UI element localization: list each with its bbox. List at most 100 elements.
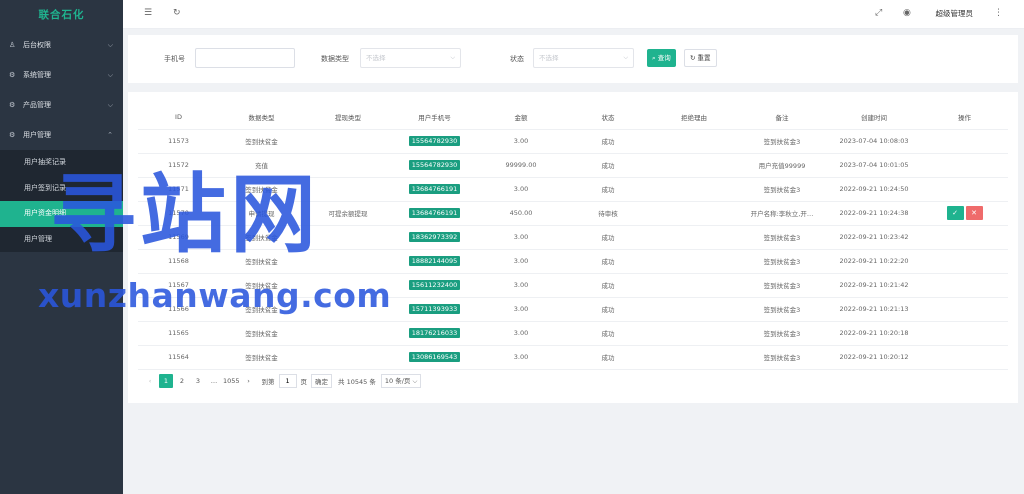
theme-icon[interactable]: ◉ <box>903 8 911 18</box>
user-menu[interactable]: 超级管理员 <box>936 8 974 19</box>
phone-tag: 15711393933 <box>408 304 461 314</box>
phone-tag: 15564782930 <box>408 160 461 170</box>
query-button[interactable]: ⌕ 查询 <box>647 49 676 67</box>
page-list: 1 2 3 … 1055 <box>159 374 242 388</box>
sidebar-item-3[interactable]: ⚙ 产品管理 ⌵ <box>0 90 123 120</box>
cell-amount: 3.00 <box>477 225 565 250</box>
submenu-item[interactable]: 用户签到记录 <box>0 176 123 202</box>
cell-note: 签到扶贫金3 <box>737 297 827 322</box>
submenu-item[interactable]: 用户资金明细 <box>0 201 123 227</box>
table-row: 11571 签到扶贫金 13684766191 3.00 成功 签到扶贫金3 2022-09… <box>138 177 1008 202</box>
cell-time: 2023-07-04 10:01:05 <box>827 153 921 178</box>
cell-actions <box>921 249 1008 274</box>
column-header: ID <box>138 106 219 130</box>
table-header: ID 数据类型 提现类型 用户手机号 金额 状态 拒绝理由 备注 创建时间 操作 <box>138 106 1008 130</box>
cell-reason <box>651 297 737 322</box>
cell-amount: 3.00 <box>477 273 565 298</box>
approve-button[interactable]: ✓ <box>946 206 964 220</box>
page-button[interactable]: 1055 <box>223 374 240 388</box>
cell-actions <box>921 153 1008 178</box>
table-row: 11569 签到扶贫金 18362973392 3.00 成功 签到扶贫金3 2022-09… <box>138 225 1008 250</box>
cell-amount: 450.00 <box>477 201 565 226</box>
cell-status: 待审核 <box>565 201 651 226</box>
cell-time: 2022-09-21 10:24:38 <box>827 201 921 226</box>
next-page-button[interactable]: › <box>242 374 256 388</box>
cell-id: 11564 <box>138 345 219 370</box>
table-row: 11570 申请提现 可提余额提现 13684766191 450.00 待审核 开户名称:… <box>138 201 1008 226</box>
reject-button[interactable]: ✕ <box>965 206 983 220</box>
sidebar-item-label: 产品管理 <box>23 101 51 109</box>
top-header: ☰ ↻ ⤢ ◉ 超级管理员 ⋮ <box>123 0 1024 29</box>
cell-actions <box>921 225 1008 250</box>
page-button[interactable]: 2 <box>175 374 189 388</box>
cell-actions <box>921 273 1008 298</box>
gear-icon: ⚙ <box>9 71 16 79</box>
sidebar-item-4[interactable]: ⚙ 用户管理 ⌃ <box>0 120 123 150</box>
column-header: 备注 <box>737 106 827 130</box>
menu-toggle-icon[interactable]: ☰ <box>144 8 152 18</box>
more-icon[interactable]: ⋮ <box>994 8 1003 18</box>
cell-type: 签到扶贫金 <box>219 249 304 274</box>
fullscreen-icon[interactable]: ⤢ <box>875 8 882 18</box>
cell-amount: 3.00 <box>477 297 565 322</box>
refresh-icon[interactable]: ↻ <box>173 8 181 18</box>
cell-phone: 15564782930 <box>392 153 477 178</box>
pagination: ‹ 123 … 1055 › 到第 页 确定 共 10545 条 10 条/页 ⌵ <box>143 374 422 388</box>
cell-actions <box>921 129 1008 154</box>
cell-type: 签到扶贫金 <box>219 225 304 250</box>
cell-time: 2022-09-21 10:24:50 <box>827 177 921 202</box>
cell-withdraw <box>304 225 392 250</box>
cell-withdraw <box>304 129 392 154</box>
chevron-icon: ⌃ <box>107 131 113 139</box>
cell-id: 11568 <box>138 249 219 274</box>
prev-page-button[interactable]: ‹ <box>143 374 157 388</box>
gear-icon: ⚙ <box>9 131 16 139</box>
goto-confirm-button[interactable]: 确定 <box>311 374 333 388</box>
cell-reason <box>651 249 737 274</box>
cell-note: 签到扶贫金3 <box>737 273 827 298</box>
phone-tag: 18176216033 <box>408 328 461 338</box>
chevron-down-icon: ⌵ <box>623 54 628 61</box>
cell-id: 11570 <box>138 201 219 226</box>
sidebar-item-2[interactable]: ⚙ 系统管理 ⌵ <box>0 60 123 90</box>
cell-phone: 13684766191 <box>392 201 477 226</box>
cell-status: 成功 <box>565 297 651 322</box>
phone-tag: 18362973392 <box>408 232 461 242</box>
goto-page-input[interactable] <box>278 374 297 388</box>
table-row: 11572 充值 15564782930 99999.00 成功 用户充值99999 202… <box>138 153 1008 178</box>
cell-withdraw <box>304 297 392 322</box>
cell-time: 2022-09-21 10:20:12 <box>827 345 921 370</box>
submenu-item[interactable]: 用户管理 <box>0 227 123 253</box>
page-button[interactable]: 3 <box>191 374 205 388</box>
cell-reason <box>651 321 737 346</box>
phone-input[interactable] <box>195 48 295 68</box>
submenu-item[interactable]: 用户抽奖记录 <box>0 150 123 176</box>
cell-withdraw <box>304 177 392 202</box>
cell-type: 签到扶贫金 <box>219 345 304 370</box>
cell-status: 成功 <box>565 321 651 346</box>
table-row: 11566 签到扶贫金 15711393933 3.00 成功 签到扶贫金3 2022-09… <box>138 297 1008 322</box>
status-select[interactable]: 不选择 ⌵ <box>533 48 634 68</box>
chevron-icon: ⌵ <box>107 70 113 79</box>
page-size-select[interactable]: 10 条/页 ⌵ <box>380 374 422 388</box>
page-ellipsis: … <box>210 377 218 385</box>
page-button[interactable]: 1 <box>159 374 173 388</box>
cell-type: 签到扶贫金 <box>219 297 304 322</box>
type-select[interactable]: 不选择 ⌵ <box>360 48 461 68</box>
user-submenu: 用户抽奖记录 用户签到记录 用户资金明细 用户管理 <box>0 150 123 252</box>
cell-phone: 18176216033 <box>392 321 477 346</box>
cell-amount: 3.00 <box>477 321 565 346</box>
phone-tag: 18882144095 <box>408 256 461 266</box>
cell-status: 成功 <box>565 225 651 250</box>
column-header: 提现类型 <box>304 106 392 130</box>
sidebar-item-1[interactable]: ♙ 后台权限 ⌵ <box>0 30 123 60</box>
page-size-value: 10 条/页 <box>384 377 411 385</box>
cell-reason <box>651 225 737 250</box>
cell-type: 充值 <box>219 153 304 178</box>
cell-actions <box>921 297 1008 322</box>
table-row: 11567 签到扶贫金 15611232400 3.00 成功 签到扶贫金3 2022-09… <box>138 273 1008 298</box>
cell-status: 成功 <box>565 153 651 178</box>
cell-type: 签到扶贫金 <box>219 273 304 298</box>
cell-note: 签到扶贫金3 <box>737 177 827 202</box>
reset-button[interactable]: ↻ 重置 <box>684 49 717 67</box>
